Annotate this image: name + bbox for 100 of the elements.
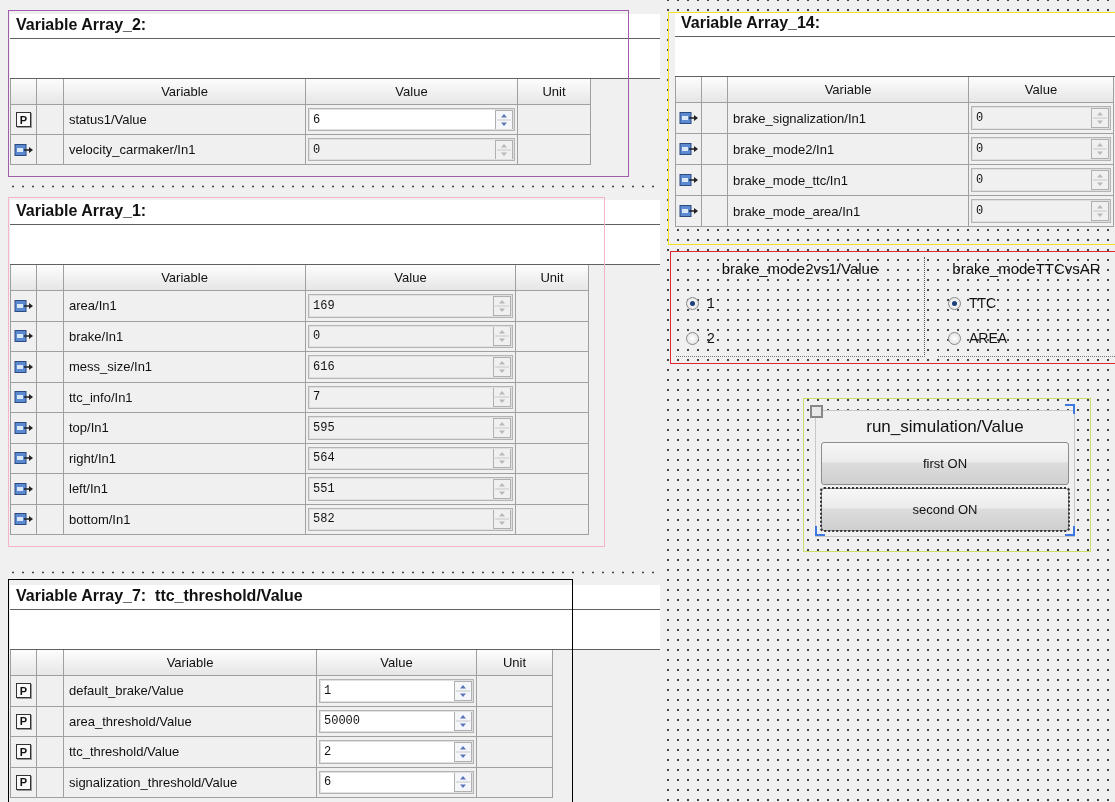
input-arrow-icon bbox=[678, 111, 699, 125]
selection-corner bbox=[815, 526, 825, 536]
variable-name: status1/Value bbox=[64, 105, 306, 135]
spinner-control[interactable] bbox=[454, 680, 472, 701]
column-header: Variable bbox=[64, 650, 317, 676]
variable-name: mess_size/In1 bbox=[64, 352, 306, 383]
column-header: Variable bbox=[64, 265, 306, 291]
spinner-control[interactable] bbox=[493, 448, 511, 469]
spinner-control[interactable] bbox=[493, 387, 511, 408]
spinner-control[interactable] bbox=[493, 478, 511, 499]
variable-name: signalization_threshold/Value bbox=[64, 767, 317, 798]
column-header: Unit bbox=[516, 265, 589, 291]
parameter-icon: P bbox=[16, 112, 31, 127]
radio-button[interactable] bbox=[686, 331, 699, 345]
panel-title: Variable Array_7: ttc_threshold/Value bbox=[16, 587, 303, 605]
spinner-control[interactable] bbox=[495, 109, 513, 130]
table-cell bbox=[702, 77, 728, 103]
radio-label: TTC bbox=[969, 295, 997, 312]
input-arrow-icon bbox=[678, 173, 699, 187]
spinner-control[interactable] bbox=[495, 139, 513, 160]
value-field[interactable]: 616 bbox=[308, 355, 513, 379]
spinner-control[interactable] bbox=[1091, 170, 1109, 190]
group-title: run_simulation/Value bbox=[866, 416, 1024, 438]
value-field[interactable]: 1 bbox=[319, 679, 474, 703]
value-field[interactable]: 595 bbox=[308, 416, 513, 440]
variable-name: bottom/In1 bbox=[64, 504, 306, 535]
value-field[interactable]: 564 bbox=[308, 446, 513, 470]
variable-name: brake_mode2/In1 bbox=[728, 134, 969, 165]
spinner-control[interactable] bbox=[493, 356, 511, 377]
radio-button[interactable] bbox=[948, 331, 961, 345]
parameter-icon: P bbox=[16, 683, 31, 699]
input-arrow-icon bbox=[678, 142, 699, 156]
panel-title: Variable Array_2: bbox=[16, 16, 147, 34]
input-arrow-icon bbox=[13, 390, 34, 405]
panel-title: Variable Array_14: bbox=[681, 14, 821, 32]
value-field[interactable]: 0 bbox=[308, 324, 513, 348]
value-field[interactable]: 7 bbox=[308, 385, 513, 409]
value-field[interactable]: 551 bbox=[308, 477, 513, 501]
value-field[interactable]: 0 bbox=[971, 199, 1111, 223]
column-header: Unit bbox=[518, 79, 591, 105]
table-cell bbox=[37, 265, 64, 291]
variable-name: brake_signalization/In1 bbox=[728, 103, 969, 134]
spinner-control[interactable] bbox=[493, 509, 511, 530]
value-field[interactable]: 0 bbox=[971, 106, 1111, 130]
selection-corner bbox=[1065, 404, 1075, 414]
radio-button[interactable] bbox=[686, 296, 699, 310]
value-field[interactable]: 0 bbox=[971, 137, 1111, 161]
column-header: Variable bbox=[728, 77, 969, 103]
spinner-control[interactable] bbox=[1091, 139, 1109, 159]
resize-handle[interactable] bbox=[810, 405, 823, 418]
toggle-button[interactable]: second ON bbox=[821, 488, 1069, 531]
input-arrow-icon bbox=[13, 451, 34, 466]
table-cell bbox=[37, 650, 64, 676]
selection-corner bbox=[1065, 526, 1075, 536]
value-field[interactable]: 2 bbox=[319, 740, 474, 764]
radio-button[interactable] bbox=[948, 296, 961, 310]
variable-name: brake/In1 bbox=[64, 321, 306, 352]
input-arrow-icon bbox=[13, 512, 34, 527]
spinner-control[interactable] bbox=[454, 772, 472, 793]
variable-name: brake_mode_area/In1 bbox=[728, 196, 969, 227]
parameter-icon: P bbox=[16, 744, 31, 760]
column-header: Unit bbox=[477, 650, 553, 676]
column-header: Value bbox=[969, 77, 1114, 103]
value-field[interactable]: 6 bbox=[319, 770, 474, 794]
value-field[interactable]: 0 bbox=[308, 138, 515, 161]
value-field[interactable]: 0 bbox=[971, 168, 1111, 192]
table-cell bbox=[37, 79, 64, 105]
column-header: Value bbox=[306, 265, 516, 291]
variable-name: default_brake/Value bbox=[64, 676, 317, 707]
spinner-control[interactable] bbox=[493, 295, 511, 316]
toggle-button[interactable]: first ON bbox=[821, 442, 1069, 485]
spinner-control[interactable] bbox=[493, 417, 511, 438]
panel-title: Variable Array_1: bbox=[16, 202, 147, 220]
variable-name: area_threshold/Value bbox=[64, 706, 317, 737]
spinner-control[interactable] bbox=[454, 741, 472, 762]
spinner-control[interactable] bbox=[1091, 201, 1109, 221]
value-field[interactable]: 50000 bbox=[319, 709, 474, 733]
parameter-icon: P bbox=[16, 713, 31, 729]
input-arrow-icon bbox=[13, 298, 34, 313]
column-header: Value bbox=[317, 650, 477, 676]
group-title: brake_mode2vs1/Value bbox=[721, 260, 879, 277]
input-arrow-icon bbox=[13, 142, 34, 157]
radio-label: 2 bbox=[707, 330, 715, 347]
column-header: Value bbox=[306, 79, 518, 105]
value-field[interactable]: 169 bbox=[308, 294, 513, 318]
value-field[interactable]: 6 bbox=[308, 108, 515, 131]
radio-label: AREA bbox=[969, 330, 1008, 347]
spinner-control[interactable] bbox=[493, 326, 511, 347]
input-arrow-icon bbox=[678, 204, 699, 218]
spinner-control[interactable] bbox=[454, 711, 472, 732]
variable-name: velocity_carmaker/In1 bbox=[64, 135, 306, 165]
input-arrow-icon bbox=[13, 329, 34, 344]
input-arrow-icon bbox=[13, 481, 34, 496]
value-field[interactable]: 582 bbox=[308, 507, 513, 531]
variable-name: ttc_info/In1 bbox=[64, 382, 306, 413]
input-arrow-icon bbox=[13, 359, 34, 374]
parameter-icon: P bbox=[16, 774, 31, 790]
column-header: Variable bbox=[64, 79, 306, 105]
variable-name: ttc_threshold/Value bbox=[64, 737, 317, 768]
spinner-control[interactable] bbox=[1091, 108, 1109, 128]
